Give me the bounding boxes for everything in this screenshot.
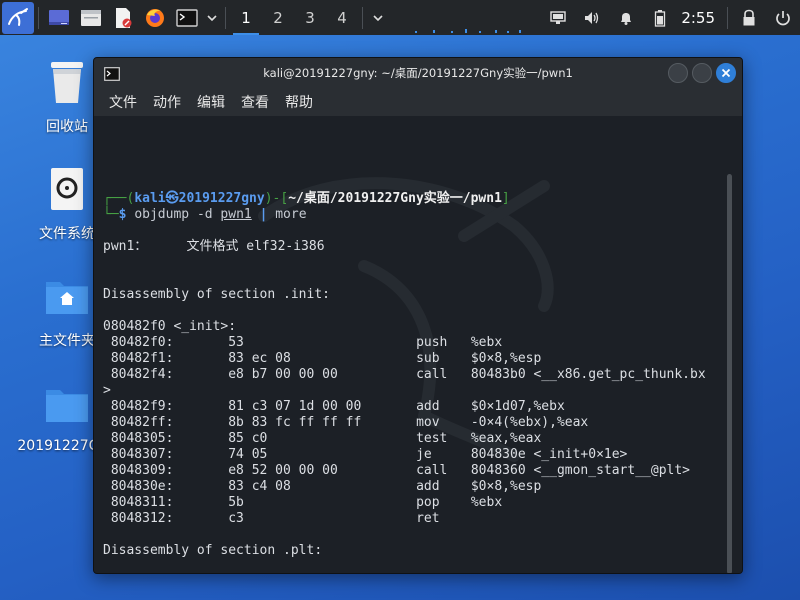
- terminal-scrollbar[interactable]: [727, 174, 732, 573]
- panel-separator: [225, 6, 226, 29]
- network-icon[interactable]: [541, 0, 575, 35]
- menu-view[interactable]: 查看: [233, 92, 277, 112]
- file-manager-icon[interactable]: [75, 0, 107, 35]
- prompt-dollar: $: [118, 207, 135, 222]
- top-panel: 1 2 3 4 2:55: [0, 0, 800, 35]
- terminal-line: pwn1： 文件格式 elf32-i386: [103, 239, 325, 254]
- terminal-area[interactable]: ┌──(kali㉿20191227gny)-[~/桌面/20191227Gny实…: [94, 116, 742, 573]
- filesystem-icon: [43, 165, 91, 213]
- volume-icon[interactable]: [575, 0, 609, 35]
- terminal-window: kali@20191227gny: ~/桌面/20191227Gny实验一/pw…: [93, 57, 743, 574]
- terminal-line: 8048311: 5b pop %ebx: [103, 495, 503, 510]
- workspace-2-button[interactable]: 2: [262, 0, 294, 35]
- terminal-line: Disassembly of section .plt:: [103, 543, 323, 558]
- terminal-line: 8048309: e8 52 00 00 00 call 8048360 <__…: [103, 463, 690, 478]
- clock[interactable]: 2:55: [677, 9, 723, 27]
- power-icon[interactable]: [766, 0, 800, 35]
- command-flag: -d: [196, 207, 213, 222]
- close-button[interactable]: [716, 63, 736, 83]
- chevron-down-icon[interactable]: [203, 0, 221, 35]
- terminal-line: 80482f4: e8 b7 00 00 00 call 80483b0 <__…: [103, 367, 706, 382]
- prompt-path: ~/桌面/20191227Gny实验一/pwn1: [288, 191, 502, 206]
- terminal-output-lines: pwn1： 文件格式 elf32-i386 Disassembly of sec…: [103, 239, 706, 573]
- terminal-line: Disassembly of section .init:: [103, 287, 330, 302]
- menu-bar: 文件 动作 编辑 查看 帮助: [94, 88, 742, 116]
- terminal-line: 8048307: 74 05 je 804830e <_init+0×1e>: [103, 447, 628, 462]
- menu-file[interactable]: 文件: [101, 92, 145, 112]
- command-name: objdump: [134, 207, 190, 222]
- prompt-corner-bottom: └─: [103, 207, 119, 222]
- prompt-sep: )-[: [264, 191, 289, 206]
- terminal-output: ┌──(kali㉿20191227gny)-[~/桌面/20191227Gny实…: [103, 191, 706, 573]
- folder-icon: [43, 380, 91, 428]
- panel-separator: [727, 6, 728, 29]
- battery-icon[interactable]: [643, 0, 677, 35]
- workspace-3-button[interactable]: 3: [294, 0, 326, 35]
- menu-help[interactable]: 帮助: [277, 92, 321, 112]
- command-pipe: |: [259, 207, 268, 222]
- cpu-graph: [415, 29, 521, 33]
- minimize-button[interactable]: [668, 63, 688, 83]
- kali-menu-icon[interactable]: [2, 1, 34, 34]
- menu-action[interactable]: 动作: [145, 92, 189, 112]
- terminal-icon: [104, 66, 120, 85]
- window-titlebar[interactable]: kali@20191227gny: ~/桌面/20191227Gny实验一/pw…: [94, 58, 742, 88]
- panel-separator: [362, 6, 363, 29]
- command-pipe-target: more: [275, 207, 307, 222]
- terminal-line: >: [103, 383, 111, 398]
- system-tray: 2:55: [541, 0, 800, 35]
- terminal-line: 80482f1: 83 ec 08 sub $0×8,%esp: [103, 351, 542, 366]
- text-editor-icon[interactable]: [107, 0, 139, 35]
- terminal-icon[interactable]: [171, 0, 203, 35]
- command-arg: pwn1: [220, 207, 252, 222]
- desktop-icon-label: 主文件夹: [39, 333, 95, 349]
- notifications-icon[interactable]: [609, 0, 643, 35]
- firefox-icon[interactable]: [139, 0, 171, 35]
- home-folder-icon: [43, 272, 91, 320]
- close-icon: [721, 68, 731, 78]
- menu-edit[interactable]: 编辑: [189, 92, 233, 112]
- maximize-button[interactable]: [692, 63, 712, 83]
- terminal-line: 80482ff: 8b 83 fc ff ff ff mov -0×4(%ebx…: [103, 415, 589, 430]
- show-desktop-icon[interactable]: [43, 0, 75, 35]
- terminal-line: 80482f0: 53 push %ebx: [103, 335, 503, 350]
- window-title: kali@20191227gny: ~/桌面/20191227Gny实验一/pw…: [263, 66, 573, 80]
- terminal-line: 8048312: c3 ret: [103, 511, 440, 526]
- prompt-user-host: kali㉿20191227gny: [134, 191, 265, 206]
- trash-icon: [43, 58, 91, 106]
- terminal-line: 80482f9: 81 c3 07 1d 00 00 add $0×1d07,%…: [103, 399, 565, 414]
- prompt-corner: ┌──(: [103, 191, 135, 206]
- prompt-bracket: ]: [501, 191, 510, 206]
- desktop-icon-label: 文件系统: [39, 226, 95, 242]
- lock-screen-icon[interactable]: [732, 0, 766, 35]
- terminal-line: 804830e: 83 c4 08 add $0×8,%esp: [103, 479, 542, 494]
- terminal-line: 080482f0 <_init>:: [103, 319, 237, 334]
- panel-separator: [38, 6, 39, 29]
- desktop-icon-label: 回收站: [46, 119, 88, 135]
- terminal-line: 8048305: 85 c0 test %eax,%eax: [103, 431, 542, 446]
- workspace-4-button[interactable]: 4: [326, 0, 358, 35]
- workspace-1-button[interactable]: 1: [230, 0, 262, 35]
